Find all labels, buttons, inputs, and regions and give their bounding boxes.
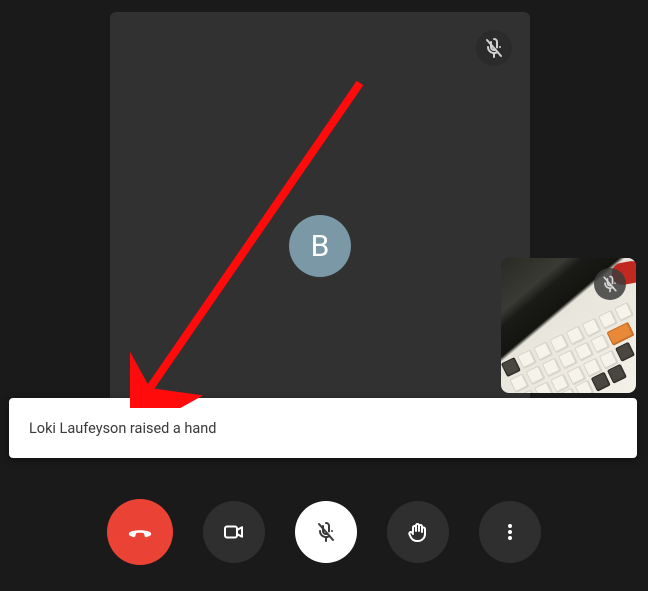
toggle-mic-button[interactable] bbox=[295, 501, 357, 563]
mic-muted-icon bbox=[600, 274, 620, 294]
participant-avatar: B bbox=[289, 215, 351, 277]
mic-muted-icon bbox=[482, 36, 506, 60]
raise-hand-button[interactable] bbox=[387, 501, 449, 563]
hand-icon bbox=[406, 520, 430, 544]
main-participant-tile: B bbox=[110, 12, 530, 456]
self-muted-badge bbox=[594, 268, 626, 300]
notification-text: Loki Laufeyson raised a hand bbox=[29, 420, 216, 437]
mic-muted-icon bbox=[314, 520, 338, 544]
toggle-camera-button[interactable] bbox=[203, 501, 265, 563]
hangup-button[interactable] bbox=[107, 499, 173, 565]
call-controls-bar bbox=[0, 499, 648, 565]
raised-hand-notification[interactable]: Loki Laufeyson raised a hand bbox=[9, 398, 637, 458]
more-icon bbox=[498, 520, 522, 544]
camera-icon bbox=[222, 520, 246, 544]
phone-hangup-icon bbox=[125, 517, 155, 547]
avatar-initial: B bbox=[311, 229, 330, 264]
self-view-tile[interactable] bbox=[501, 258, 636, 393]
participant-muted-badge bbox=[476, 30, 512, 66]
more-options-button[interactable] bbox=[479, 501, 541, 563]
